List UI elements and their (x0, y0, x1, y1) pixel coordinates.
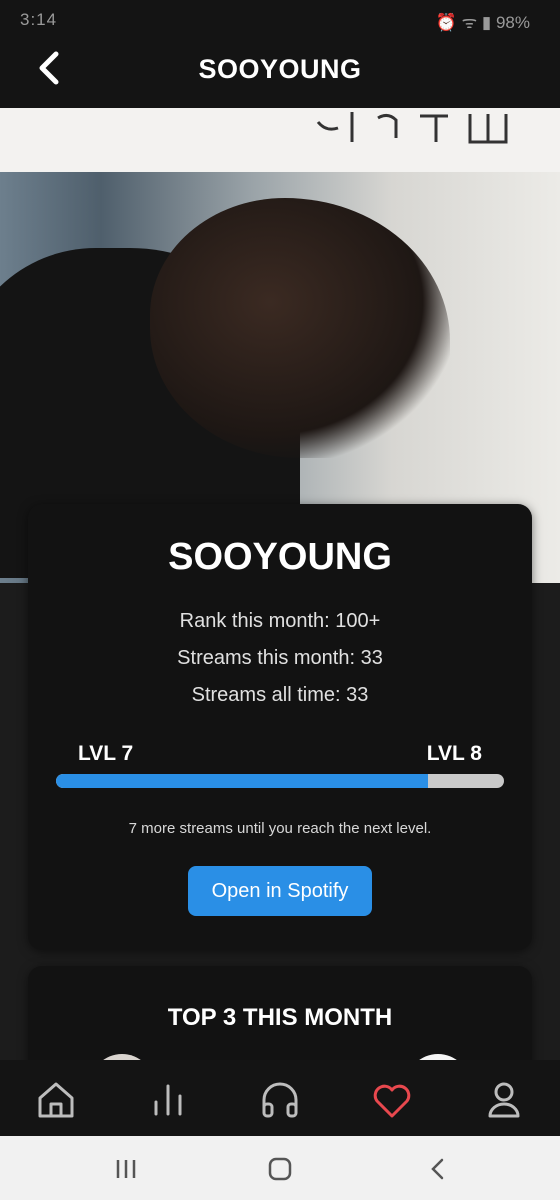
status-bar: 3:14 ⏰ ᯤ ▮ 98% (0, 0, 560, 40)
home-button[interactable] (262, 1154, 298, 1184)
artist-name: SOOYOUNG (168, 536, 392, 578)
cover-paper-strip (0, 108, 560, 172)
home-icon (38, 1082, 74, 1118)
system-back-button[interactable] (420, 1154, 456, 1184)
bottom-nav (0, 1060, 560, 1136)
artist-stats-card: SOOYOUNG Rank this month: 100+ Streams t… (28, 504, 532, 950)
recent-apps-button[interactable] (108, 1154, 144, 1184)
nav-favorites[interactable] (370, 1078, 414, 1122)
nav-listening[interactable] (258, 1078, 302, 1122)
next-level: LVL 8 (426, 742, 482, 765)
rank-this-month: Rank this month: 100+ (179, 610, 381, 632)
current-level: LVL 7 (78, 742, 134, 765)
battery-level: 98% (495, 13, 530, 32)
streams-this-month: Streams this month: 33 (177, 647, 383, 669)
nav-profile[interactable] (482, 1078, 526, 1122)
status-time: 3:14 (20, 10, 58, 29)
status-right: ⏰ ᯤ ▮ 98% (436, 10, 530, 33)
heart-icon (373, 1084, 411, 1118)
recent-apps-icon (116, 1160, 136, 1178)
app-header: SOOYOUNG (0, 40, 560, 108)
wifi-icon: ᯤ (461, 13, 478, 32)
page-title: SOOYOUNG (198, 54, 362, 84)
next-level-hint: 7 more streams until you reach the next … (128, 820, 432, 837)
chevron-left-icon (431, 1158, 444, 1180)
nav-charts[interactable] (146, 1078, 190, 1122)
open-in-spotify-button[interactable]: Open in Spotify (188, 866, 372, 916)
home-circle-icon (268, 1157, 292, 1181)
nav-home[interactable] (34, 1078, 78, 1122)
headphones-icon (262, 1082, 298, 1118)
profile-icon (488, 1082, 520, 1118)
chart-icon (154, 1084, 182, 1116)
system-nav-bar (0, 1136, 560, 1200)
signal-icon: ▮ (481, 13, 492, 32)
top3-title: TOP 3 THIS MONTH (167, 1004, 393, 1031)
level-progress-bar (56, 774, 504, 788)
alarm-icon: ⏰ (435, 13, 457, 32)
streams-all-time: Streams all time: 33 (191, 684, 369, 706)
level-progress-fill (56, 774, 428, 788)
